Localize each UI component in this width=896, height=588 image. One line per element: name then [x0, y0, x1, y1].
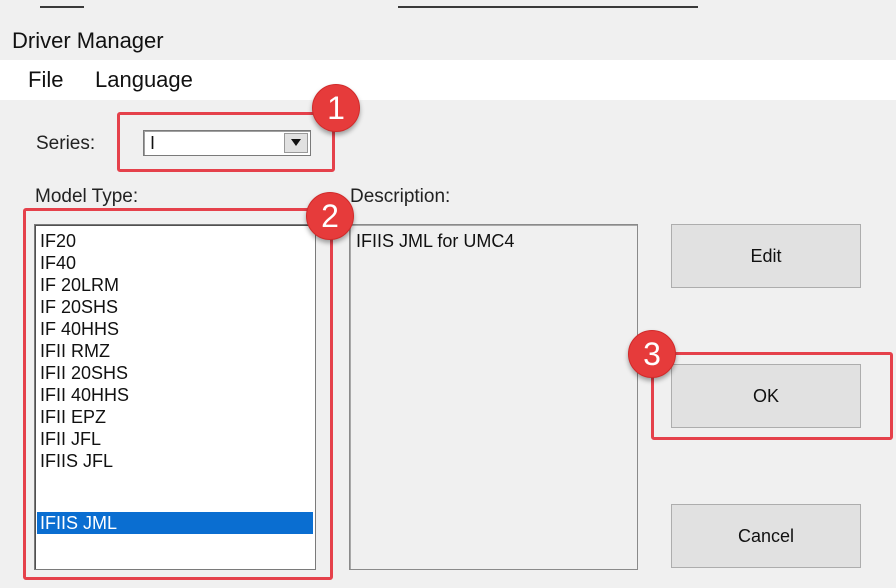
cancel-button[interactable]: Cancel	[671, 504, 861, 568]
edit-button[interactable]: Edit	[671, 224, 861, 288]
callout-badge-3: 3	[628, 330, 676, 378]
description-label: Description:	[350, 186, 451, 207]
series-label: Series:	[36, 133, 96, 154]
callout-1-highlight	[117, 112, 335, 172]
model-type-label: Model Type:	[35, 186, 139, 207]
callout-badge-2: 2	[306, 192, 354, 240]
callout-3-highlight	[651, 352, 893, 440]
background-line	[398, 6, 698, 8]
callout-2-highlight	[23, 208, 333, 580]
description-text: IFIIS JML for UMC4	[356, 231, 515, 251]
description-box: IFIIS JML for UMC4	[349, 224, 638, 570]
background-line	[40, 6, 84, 8]
window-title: Driver Manager	[12, 28, 164, 53]
callout-badge-1: 1	[312, 84, 360, 132]
menu-file[interactable]: File	[28, 67, 63, 93]
menu-language[interactable]: Language	[95, 67, 193, 93]
